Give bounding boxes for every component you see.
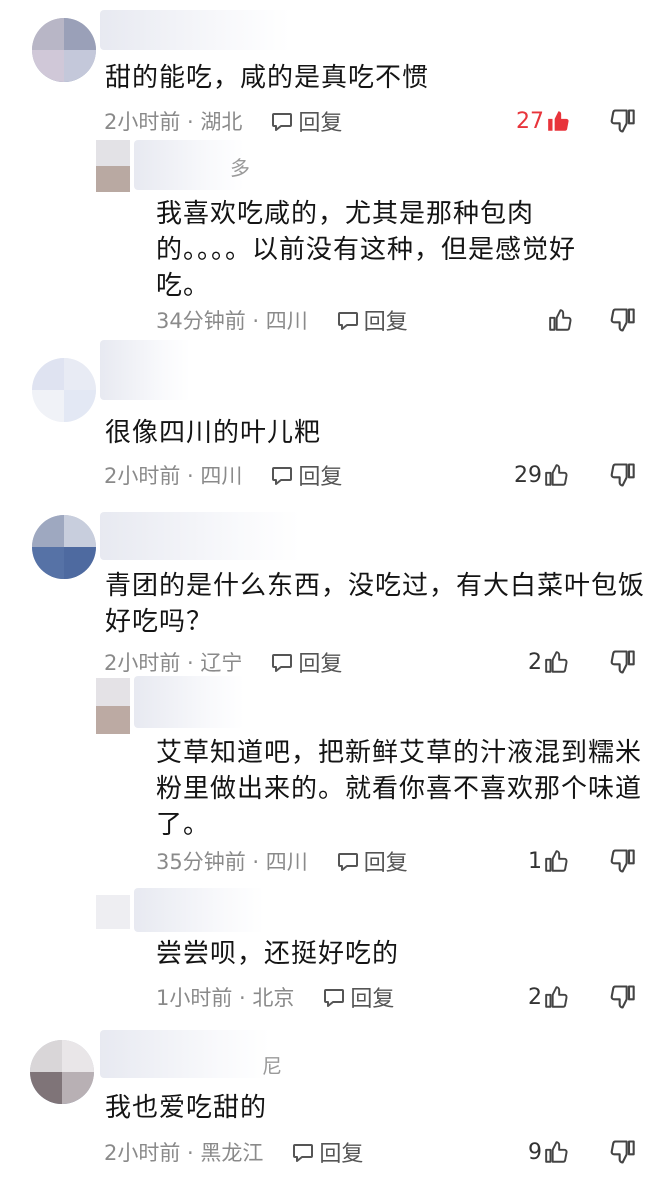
like-count: 2 — [528, 984, 542, 1010]
reply-label: 回复 — [350, 987, 395, 1012]
thumbs-up-icon — [545, 1141, 568, 1163]
thumbs-down-icon[interactable] — [608, 460, 636, 490]
avatar[interactable] — [30, 1040, 94, 1104]
like-button[interactable]: 9 — [528, 1137, 570, 1167]
like-count: 1 — [528, 848, 542, 874]
username-blurred[interactable] — [134, 888, 264, 932]
comment-time: 2小时前 · 辽宁 — [104, 651, 243, 675]
comment-text: 很像四川的叶儿粑 — [105, 418, 322, 448]
thumbs-up-icon — [548, 111, 569, 131]
like-count: 9 — [528, 1139, 542, 1165]
comment-line: 好吃吗？ — [105, 607, 214, 637]
reply-button[interactable]: 回复 — [336, 304, 408, 336]
thumbs-up-icon — [545, 986, 568, 1008]
avatar[interactable] — [32, 515, 96, 579]
reply-button[interactable]: 回复 — [270, 459, 342, 491]
thumbs-up-icon — [549, 309, 572, 331]
comment-text: 我喜欢吃咸的，尤其是那种包肉 的。。。。以前没有这种，但是感觉好 吃。 — [156, 196, 576, 304]
comment-line: 吃。 — [156, 271, 211, 301]
like-count: 2 — [528, 649, 542, 675]
reply-label: 回复 — [363, 851, 408, 876]
like-button[interactable]: 2 — [528, 647, 570, 677]
like-count: 27 — [516, 108, 544, 134]
comment-meta: 2小时前 · 湖北 回复 — [104, 106, 342, 136]
avatar[interactable] — [32, 358, 96, 422]
reply-label: 回复 — [298, 652, 343, 677]
avatar[interactable] — [96, 678, 130, 734]
comment-text: 我也爱吃甜的 — [105, 1093, 268, 1123]
thumbs-up-icon — [545, 464, 568, 486]
reply-bubble-icon — [337, 312, 358, 330]
reply-bubble-icon — [337, 853, 358, 871]
username-tail: 尼 — [262, 1054, 282, 1078]
thumbs-down-icon[interactable] — [608, 846, 636, 876]
like-count: 29 — [514, 462, 542, 488]
reply-label: 回复 — [298, 465, 343, 490]
comment-meta: 2小时前 · 四川 回复 — [104, 460, 342, 490]
comment-line: 的。。。。以前没有这种，但是感觉好 — [156, 235, 577, 265]
thumbs-down-icon[interactable] — [608, 982, 636, 1012]
comment-text: 艾草知道吧，把新鲜艾草的汁液混到糯米 粉里做出来的。就看你喜不喜欢那个味道 了。 — [156, 735, 642, 843]
comment-meta: 2小时前 · 黑龙江 回复 — [104, 1137, 363, 1167]
like-button[interactable] — [546, 305, 574, 335]
username-blurred[interactable] — [100, 340, 190, 400]
avatar[interactable] — [96, 140, 130, 192]
avatar[interactable] — [96, 895, 130, 929]
comment-line: 艾草知道吧，把新鲜艾草的汁液混到糯米 — [156, 738, 643, 768]
username-blurred[interactable] — [134, 676, 244, 728]
comment-text: 甜的能吃，咸的是真吃不惯 — [105, 63, 430, 93]
comment-meta: 34分钟前 · 四川 回复 — [156, 305, 408, 335]
reply-bubble-icon — [272, 113, 293, 131]
like-button[interactable]: 29 — [514, 460, 570, 490]
reply-bubble-icon — [272, 654, 293, 672]
reply-label: 回复 — [319, 1142, 364, 1167]
thumbs-down-icon[interactable] — [608, 1137, 636, 1167]
username-blurred[interactable] — [134, 140, 244, 190]
thumbs-down-icon[interactable] — [608, 647, 636, 677]
thumbs-down-icon[interactable] — [608, 106, 636, 136]
username-blurred[interactable] — [100, 512, 300, 560]
like-button[interactable]: 2 — [528, 982, 570, 1012]
comment-list: 甜的能吃，咸的是真吃不惯 2小时前 · 湖北 回复 27 多 我喜欢吃咸的，尤其… — [0, 0, 650, 1204]
like-button[interactable]: 1 — [528, 846, 570, 876]
reply-button[interactable]: 回复 — [291, 1136, 363, 1168]
thumbs-up-icon — [545, 651, 568, 673]
reply-bubble-icon — [272, 467, 293, 485]
like-button[interactable]: 27 — [516, 106, 572, 136]
thumbs-up-icon — [545, 850, 568, 872]
reply-button[interactable]: 回复 — [270, 105, 342, 137]
comment-text: 尝尝呗，还挺好吃的 — [156, 939, 400, 969]
username-blurred[interactable] — [100, 10, 290, 50]
username-blurred[interactable] — [100, 1030, 270, 1078]
reply-bubble-icon — [324, 989, 345, 1007]
comment-meta: 1小时前 · 北京 回复 — [156, 982, 394, 1012]
comment-meta: 2小时前 · 辽宁 回复 — [104, 647, 342, 677]
comment-line: 我喜欢吃咸的，尤其是那种包肉 — [156, 199, 535, 229]
comment-time: 2小时前 · 湖北 — [104, 110, 243, 134]
comment-time: 2小时前 · 四川 — [104, 464, 243, 488]
comment-time: 35分钟前 · 四川 — [156, 850, 308, 874]
comment-time: 1小时前 · 北京 — [156, 986, 295, 1010]
avatar[interactable] — [32, 18, 96, 82]
comment-line: 青团的是什么东西，没吃过，有大白菜叶包饭 — [105, 571, 646, 601]
thumbs-down-icon[interactable] — [608, 305, 636, 335]
reply-button[interactable]: 回复 — [270, 646, 342, 678]
comment-time: 34分钟前 · 四川 — [156, 309, 308, 333]
reply-button[interactable]: 回复 — [322, 981, 394, 1013]
reply-button[interactable]: 回复 — [336, 845, 408, 877]
comment-line: 粉里做出来的。就看你喜不喜欢那个味道 — [156, 774, 643, 804]
username-tail: 多 — [230, 156, 250, 180]
comment-text: 青团的是什么东西，没吃过，有大白菜叶包饭 好吃吗？ — [105, 568, 645, 640]
reply-bubble-icon — [293, 1144, 314, 1162]
reply-label: 回复 — [363, 310, 408, 335]
comment-time: 2小时前 · 黑龙江 — [104, 1141, 264, 1165]
comment-line: 了。 — [156, 810, 211, 840]
comment-meta: 35分钟前 · 四川 回复 — [156, 846, 408, 876]
reply-label: 回复 — [298, 111, 343, 136]
